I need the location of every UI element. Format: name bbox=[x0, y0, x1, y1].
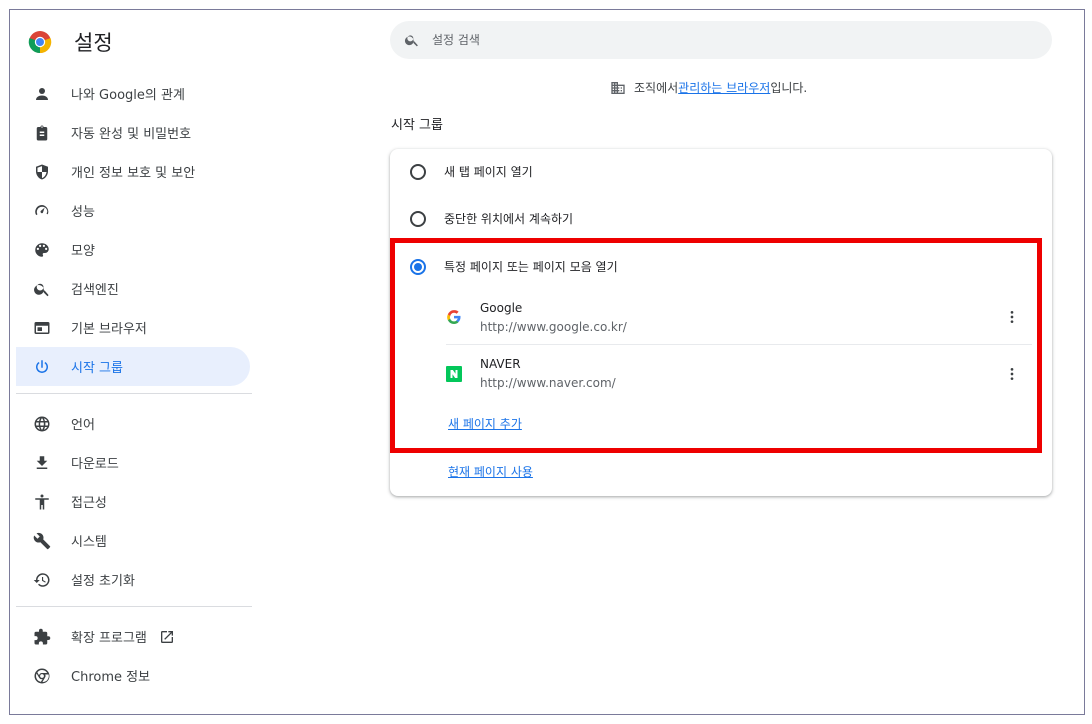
sidebar-item-label: Chrome 정보 bbox=[71, 670, 151, 685]
radio-specific-pages[interactable]: 특정 페이지 또는 페이지 모음 열기 bbox=[410, 258, 618, 275]
sidebar-divider bbox=[16, 393, 252, 394]
radio-button-checked[interactable] bbox=[410, 258, 426, 275]
sidebar-item-label: 언어 bbox=[71, 418, 95, 433]
sidebar-item-label: 성능 bbox=[71, 205, 95, 220]
building-icon bbox=[611, 81, 625, 94]
radio-button[interactable] bbox=[410, 210, 426, 227]
puzzle-icon bbox=[32, 627, 52, 647]
sidebar-item-label: 나와 Google의 관계 bbox=[71, 88, 185, 103]
sidebar-item-label: 접근성 bbox=[71, 496, 107, 511]
naver-icon bbox=[446, 365, 462, 382]
settings-window: 설정 나와 Google의 관계 자동 완성 및 비밀번호 개인 정보 보호 및… bbox=[9, 9, 1085, 715]
person-icon bbox=[32, 84, 52, 104]
sidebar-item-label: 자동 완성 및 비밀번호 bbox=[71, 127, 192, 142]
sidebar-item-label: 개인 정보 보호 및 보안 bbox=[71, 166, 196, 181]
sidebar-item-accessibility[interactable]: 접근성 bbox=[16, 482, 250, 521]
sidebar-item-label: 확장 프로그램 bbox=[71, 631, 147, 646]
clipboard-icon bbox=[32, 123, 52, 143]
radio-label: 특정 페이지 또는 페이지 모음 열기 bbox=[444, 260, 618, 274]
page-entry-text: NAVER http://www.naver.com/ bbox=[480, 357, 616, 390]
wrench-icon bbox=[32, 531, 52, 551]
shield-icon bbox=[32, 162, 52, 182]
managed-notice: 조직에서 관리하는 브라우저 입니다. bbox=[610, 79, 807, 96]
sidebar-item-reset[interactable]: 설정 초기화 bbox=[16, 560, 250, 599]
startup-card: 새 탭 페이지 열기 중단한 위치에서 계속하기 특정 페이지 또는 페이지 모… bbox=[390, 149, 1052, 496]
page-name: Google bbox=[480, 300, 523, 315]
page-entry-text: Google http://www.google.co.kr/ bbox=[480, 301, 627, 334]
use-current-pages-link[interactable]: 현재 페이지 사용 bbox=[448, 463, 533, 480]
add-new-page-link[interactable]: 새 페이지 추가 bbox=[448, 415, 522, 432]
page-url: http://www.google.co.kr/ bbox=[480, 319, 627, 334]
radio-button[interactable] bbox=[410, 163, 426, 180]
sidebar-item-you-and-google[interactable]: 나와 Google의 관계 bbox=[16, 74, 250, 113]
managed-notice-suffix: 입니다. bbox=[770, 81, 808, 95]
sidebar-item-extensions[interactable]: 확장 프로그램 bbox=[16, 617, 250, 656]
more-actions-icon[interactable] bbox=[1002, 307, 1022, 327]
power-icon bbox=[32, 357, 52, 377]
sidebar-item-on-startup[interactable]: 시작 그룹 bbox=[16, 347, 250, 386]
radio-new-tab[interactable]: 새 탭 페이지 열기 bbox=[410, 163, 533, 180]
sidebar-item-search-engine[interactable]: 검색엔진 bbox=[16, 269, 250, 308]
sidebar-item-languages[interactable]: 언어 bbox=[16, 404, 250, 443]
radio-label: 새 탭 페이지 열기 bbox=[444, 165, 533, 179]
search-icon bbox=[32, 279, 52, 299]
managed-browser-link[interactable]: 관리하는 브라우저 bbox=[678, 79, 770, 96]
sidebar-item-label: 모양 bbox=[71, 244, 95, 259]
startup-page-item: NAVER http://www.naver.com/ bbox=[446, 346, 1032, 401]
chrome-icon bbox=[32, 666, 52, 686]
sidebar-item-label: 다운로드 bbox=[71, 457, 119, 472]
more-actions-icon[interactable] bbox=[1002, 364, 1022, 384]
managed-notice-prefix: 조직에서 bbox=[634, 81, 679, 95]
sidebar-item-label: 기본 브라우저 bbox=[71, 322, 147, 337]
sidebar-item-system[interactable]: 시스템 bbox=[16, 521, 250, 560]
sidebar-item-downloads[interactable]: 다운로드 bbox=[16, 443, 250, 482]
history-icon bbox=[32, 570, 52, 590]
settings-search-box[interactable] bbox=[390, 21, 1052, 59]
sidebar-item-privacy[interactable]: 개인 정보 보호 및 보안 bbox=[16, 152, 250, 191]
sidebar-item-label: 설정 초기화 bbox=[71, 574, 135, 589]
sidebar-nav: 나와 Google의 관계 자동 완성 및 비밀번호 개인 정보 보호 및 보안… bbox=[16, 74, 252, 695]
page-title: 설정 bbox=[74, 31, 113, 55]
sidebar-item-default-browser[interactable]: 기본 브라우저 bbox=[16, 308, 250, 347]
search-input[interactable] bbox=[432, 33, 992, 47]
brand: 설정 bbox=[28, 28, 113, 56]
section-title: 시작 그룹 bbox=[391, 118, 443, 133]
sidebar-item-autofill[interactable]: 자동 완성 및 비밀번호 bbox=[16, 113, 250, 152]
page-url: http://www.naver.com/ bbox=[480, 376, 616, 390]
download-icon bbox=[32, 453, 52, 473]
accessibility-icon bbox=[32, 492, 52, 512]
sidebar-item-appearance[interactable]: 모양 bbox=[16, 230, 250, 269]
speedometer-icon bbox=[32, 201, 52, 221]
sidebar-item-label: 시스템 bbox=[71, 535, 107, 550]
radio-label: 중단한 위치에서 계속하기 bbox=[444, 212, 574, 226]
google-icon bbox=[446, 309, 462, 325]
startup-page-item: Google http://www.google.co.kr/ bbox=[446, 290, 1032, 345]
sidebar-divider bbox=[16, 606, 252, 607]
sidebar-item-label: 검색엔진 bbox=[71, 283, 119, 298]
radio-continue[interactable]: 중단한 위치에서 계속하기 bbox=[410, 210, 573, 227]
open-in-new-icon bbox=[159, 629, 175, 645]
sidebar-item-label: 시작 그룹 bbox=[71, 361, 123, 376]
chrome-logo-icon bbox=[28, 31, 52, 54]
browser-icon bbox=[32, 318, 52, 338]
page-name: NAVER bbox=[480, 357, 521, 371]
sidebar-item-performance[interactable]: 성능 bbox=[16, 191, 250, 230]
palette-icon bbox=[32, 240, 52, 260]
search-icon bbox=[404, 35, 418, 47]
globe-icon bbox=[32, 414, 52, 434]
sidebar: 설정 나와 Google의 관계 자동 완성 및 비밀번호 개인 정보 보호 및… bbox=[10, 10, 260, 714]
sidebar-item-about-chrome[interactable]: Chrome 정보 bbox=[16, 656, 250, 695]
